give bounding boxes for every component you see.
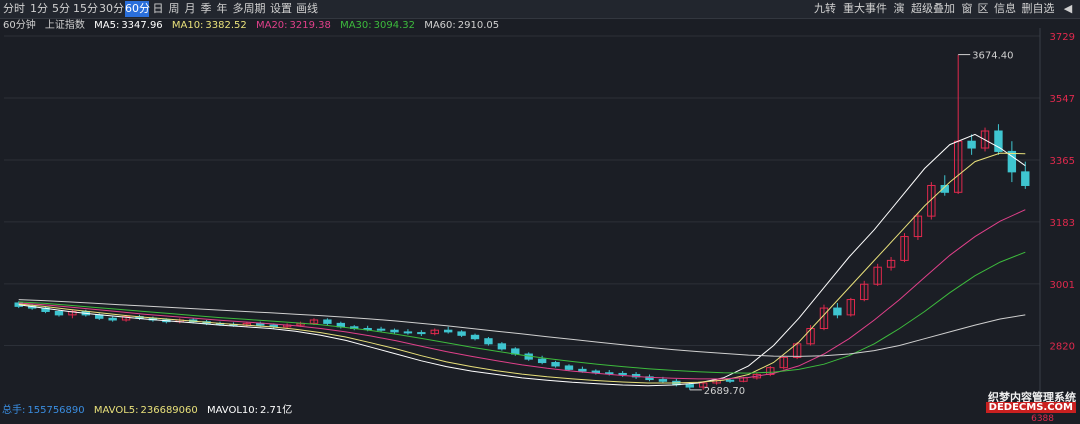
candle-body-61 bbox=[833, 307, 842, 316]
candle-body-29 bbox=[403, 331, 413, 334]
candle-body-32 bbox=[443, 329, 453, 333]
candle-body-53 bbox=[725, 379, 735, 382]
candle-body-30 bbox=[417, 332, 426, 335]
volume-readout: 总手: 155756890 bbox=[2, 405, 85, 416]
series-line-ma60 bbox=[18, 299, 1026, 357]
volume-indicator-line: 总手: 155756890 MAVOL5: 236689060 MAVOL10: 2.… bbox=[0, 404, 298, 418]
volume-label: 总手: bbox=[2, 405, 26, 416]
volume-value: 155756890 bbox=[27, 405, 85, 416]
y-tick-label-4: 3001 bbox=[1050, 280, 1075, 291]
watermark-url: DEDECMS.COM bbox=[985, 402, 1076, 413]
candle-body-45 bbox=[618, 372, 627, 375]
mavol5-value: 236689060 bbox=[140, 405, 198, 416]
mavol5-readout: MAVOL5: 236689060 bbox=[94, 405, 198, 416]
candle-body-33 bbox=[457, 331, 466, 336]
candle-body-44 bbox=[605, 372, 614, 375]
candle-body-48 bbox=[658, 379, 668, 382]
candle-body-36 bbox=[497, 343, 507, 350]
candle-body-27 bbox=[376, 328, 386, 331]
candle-body-7 bbox=[108, 317, 117, 321]
candlestick-chart[interactable]: 3729 3547 3365 3183 3001 2820 3674.40 2689.70 bbox=[0, 0, 1080, 423]
candle-body-23 bbox=[323, 319, 332, 324]
candle-body-41 bbox=[564, 365, 574, 370]
y-tick-label-5: 2820 bbox=[1050, 342, 1075, 353]
y-tick-label-0: 3729 bbox=[1050, 32, 1075, 43]
series-line-ma20 bbox=[18, 209, 1026, 380]
candle-body-43 bbox=[591, 370, 601, 374]
mavol10-label: MAVOL10: bbox=[206, 405, 258, 416]
candle-body-39 bbox=[537, 358, 547, 364]
annotation-high: 3674.40 bbox=[972, 51, 1013, 62]
candle-body-71 bbox=[967, 140, 976, 149]
annotation-low: 2689.70 bbox=[704, 386, 745, 397]
y-tick-label-1: 3547 bbox=[1050, 94, 1075, 105]
candle-body-75 bbox=[1021, 171, 1030, 186]
candle-body-3 bbox=[54, 310, 64, 316]
candle-body-34 bbox=[470, 334, 480, 340]
candle-body-35 bbox=[484, 338, 493, 345]
candle-body-28 bbox=[390, 329, 399, 333]
mavol10-readout: MAVOL10: 2.71亿 bbox=[207, 405, 292, 416]
y-tick-label-2: 3365 bbox=[1050, 156, 1075, 167]
mavol5-label: MAVOL5: bbox=[93, 405, 139, 416]
candle-body-50 bbox=[685, 384, 694, 388]
mavol10-value: 2.71亿 bbox=[259, 405, 293, 416]
candle-body-40 bbox=[551, 362, 560, 367]
y-tick-label-3: 3183 bbox=[1050, 218, 1075, 229]
candle-body-42 bbox=[578, 368, 587, 372]
